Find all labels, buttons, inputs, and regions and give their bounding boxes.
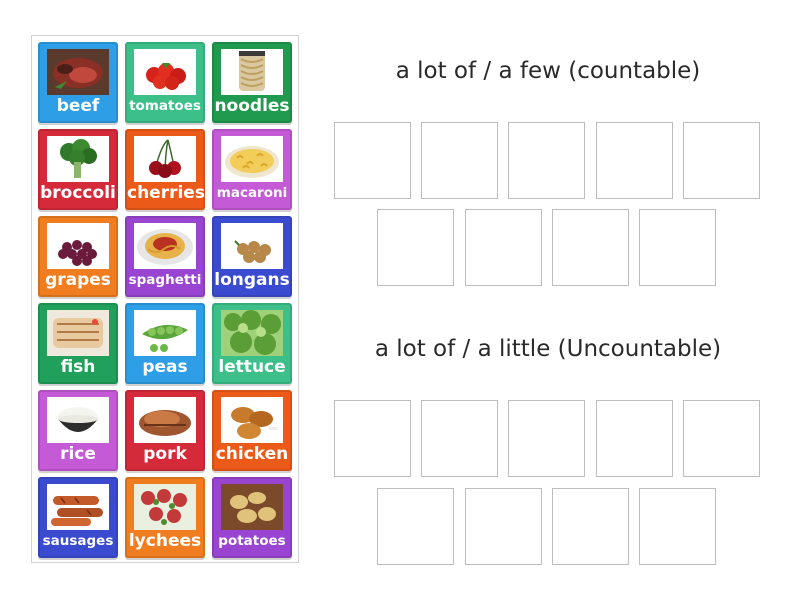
countable-slot[interactable] bbox=[639, 209, 716, 286]
fish-icon bbox=[47, 310, 109, 356]
tile-broccoli[interactable]: broccoli bbox=[38, 129, 118, 210]
lettuce-icon bbox=[221, 310, 283, 356]
tile-noodles[interactable]: noodles bbox=[212, 42, 292, 123]
tile-spaghetti[interactable]: spaghetti bbox=[125, 216, 205, 297]
uncountable-slot[interactable] bbox=[465, 488, 542, 565]
tile-sausages[interactable]: sausages bbox=[38, 477, 118, 558]
tile-grapes[interactable]: grapes bbox=[38, 216, 118, 297]
tile-label: chicken bbox=[215, 444, 289, 464]
tile-label: noodles bbox=[214, 96, 290, 116]
heading-countable: a lot of / a few (countable) bbox=[395, 58, 701, 84]
tile-label: fish bbox=[60, 357, 96, 377]
tile-tomatoes[interactable]: tomatoes bbox=[125, 42, 205, 123]
countable-slot[interactable] bbox=[465, 209, 542, 286]
pork-icon bbox=[134, 397, 196, 443]
tile-label: spaghetti bbox=[128, 272, 202, 288]
chicken-icon bbox=[221, 397, 283, 443]
uncountable-slot[interactable] bbox=[508, 400, 585, 477]
tile-longans[interactable]: longans bbox=[212, 216, 292, 297]
tile-label: tomatoes bbox=[129, 98, 201, 114]
potatoes-icon bbox=[221, 484, 283, 530]
answer-tray: beef tomatoes noodles broccoli cherries … bbox=[31, 35, 299, 563]
uncountable-slot[interactable] bbox=[334, 400, 411, 477]
tile-label: broccoli bbox=[40, 183, 116, 203]
tile-chicken[interactable]: chicken bbox=[212, 390, 292, 471]
lychees-icon bbox=[134, 484, 196, 530]
uncountable-slot[interactable] bbox=[639, 488, 716, 565]
tile-peas[interactable]: peas bbox=[125, 303, 205, 384]
macaroni-icon bbox=[221, 136, 283, 182]
beef-icon bbox=[47, 49, 109, 95]
tile-label: macaroni bbox=[216, 185, 288, 201]
tile-label: beef bbox=[56, 96, 100, 116]
tile-pork[interactable]: pork bbox=[125, 390, 205, 471]
tile-label: lychees bbox=[128, 531, 202, 551]
heading-uncountable: a lot of / a little (Uncountable) bbox=[374, 336, 722, 362]
uncountable-slot[interactable] bbox=[421, 400, 498, 477]
noodles-icon bbox=[221, 49, 283, 95]
tomatoes-icon bbox=[134, 49, 196, 95]
tile-lettuce[interactable]: lettuce bbox=[212, 303, 292, 384]
tile-label: pork bbox=[143, 444, 187, 464]
sausages-icon bbox=[47, 484, 109, 530]
tile-label: cherries bbox=[127, 183, 205, 203]
countable-slot[interactable] bbox=[508, 122, 585, 199]
tile-label: lettuce bbox=[218, 357, 286, 377]
tile-label: rice bbox=[60, 444, 96, 464]
tile-potatoes[interactable]: potatoes bbox=[212, 477, 292, 558]
tile-macaroni[interactable]: macaroni bbox=[212, 129, 292, 210]
countable-slot[interactable] bbox=[377, 209, 454, 286]
countable-slot[interactable] bbox=[596, 122, 673, 199]
spaghetti-icon bbox=[134, 223, 196, 269]
uncountable-slot[interactable] bbox=[596, 400, 673, 477]
tile-cherries[interactable]: cherries bbox=[125, 129, 205, 210]
tile-beef[interactable]: beef bbox=[38, 42, 118, 123]
rice-icon bbox=[47, 397, 109, 443]
uncountable-slot[interactable] bbox=[377, 488, 454, 565]
countable-slot[interactable] bbox=[421, 122, 498, 199]
tile-label: grapes bbox=[45, 270, 111, 290]
longans-icon bbox=[221, 223, 283, 269]
cherries-icon bbox=[134, 136, 196, 182]
tile-lychees[interactable]: lychees bbox=[125, 477, 205, 558]
tile-label: longans bbox=[214, 270, 290, 290]
countable-slot[interactable] bbox=[683, 122, 760, 199]
tile-label: sausages bbox=[42, 533, 114, 549]
peas-icon bbox=[134, 310, 196, 356]
countable-slot[interactable] bbox=[552, 209, 629, 286]
tile-fish[interactable]: fish bbox=[38, 303, 118, 384]
countable-slot[interactable] bbox=[334, 122, 411, 199]
tile-label: peas bbox=[142, 357, 188, 377]
broccoli-icon bbox=[47, 136, 109, 182]
tile-label: potatoes bbox=[218, 533, 286, 549]
tile-rice[interactable]: rice bbox=[38, 390, 118, 471]
uncountable-slot[interactable] bbox=[683, 400, 760, 477]
grapes-icon bbox=[47, 223, 109, 269]
uncountable-slot[interactable] bbox=[552, 488, 629, 565]
